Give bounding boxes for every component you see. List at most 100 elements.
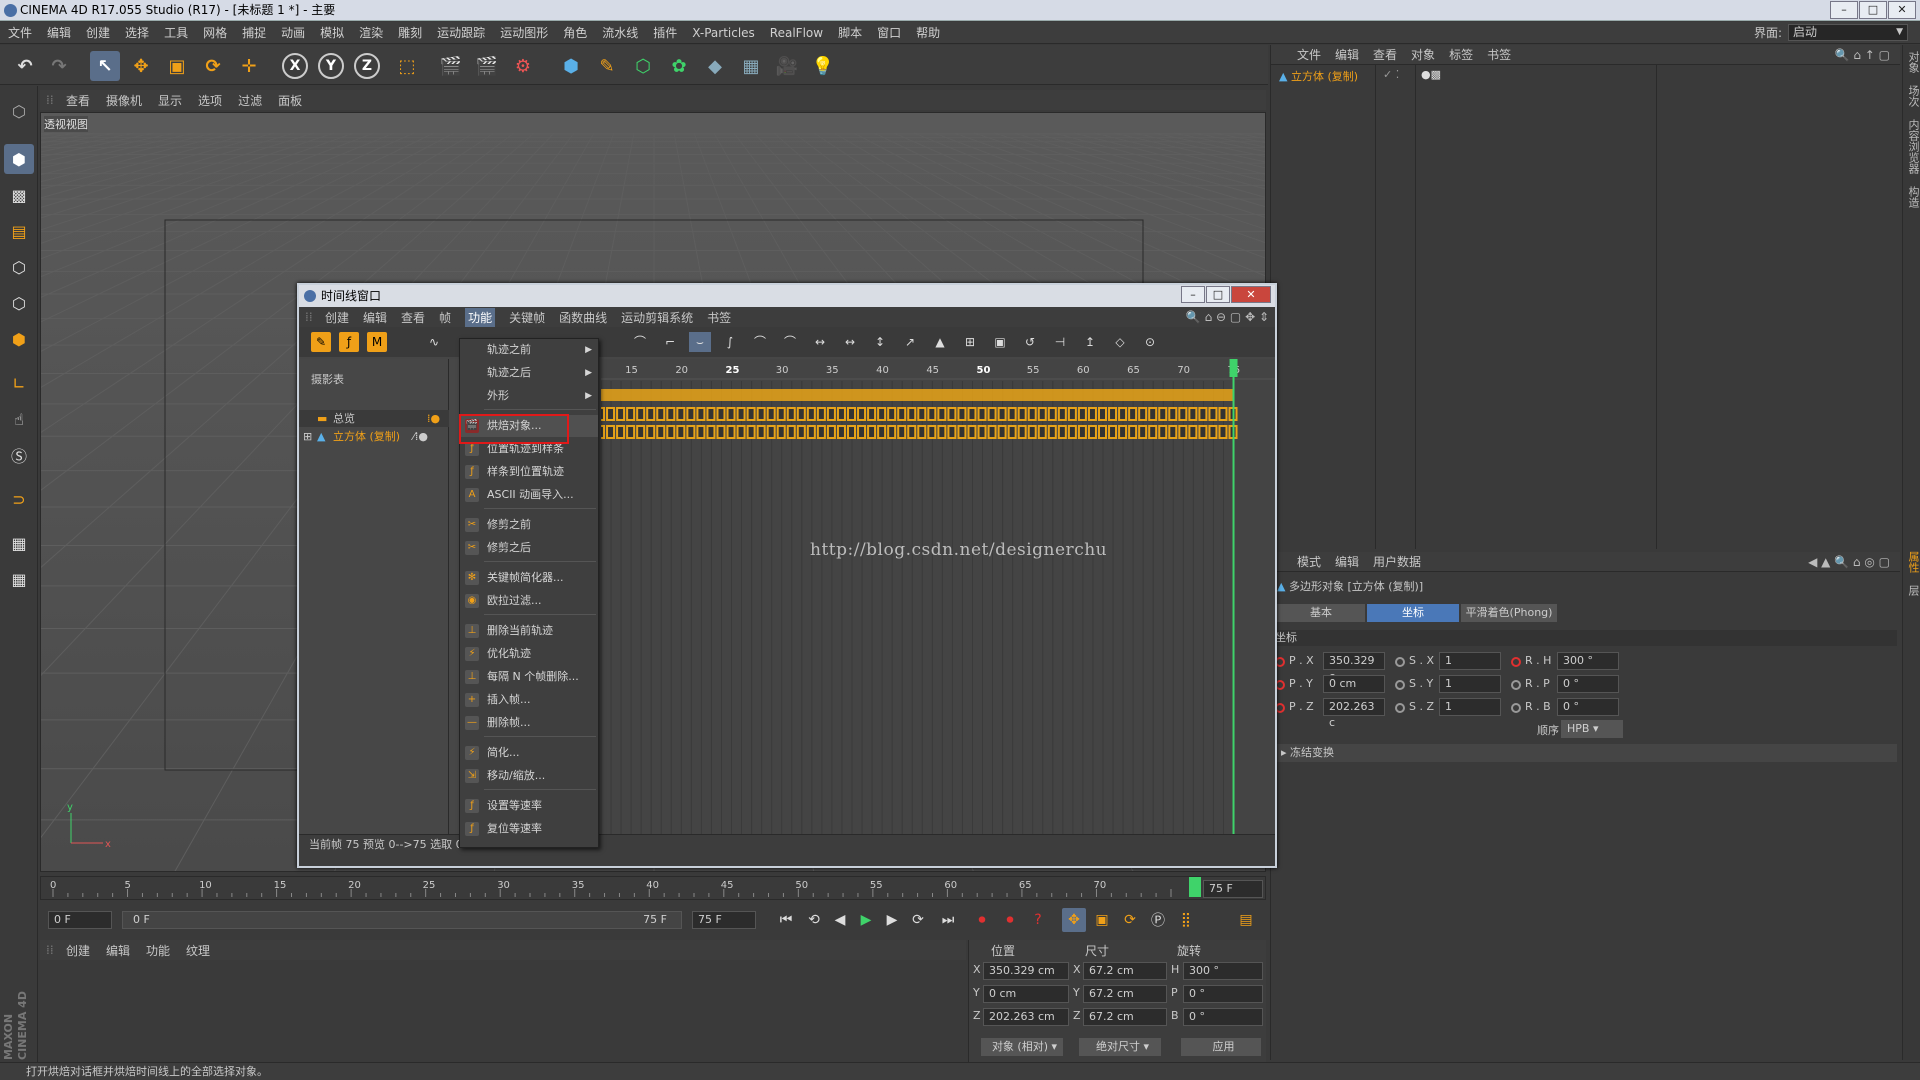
timeline-menu-0[interactable]: 创建 <box>325 309 349 326</box>
timeline-menu-1[interactable]: 编辑 <box>363 309 387 326</box>
keyframe-marker[interactable] <box>1077 407 1087 421</box>
keyframe-marker[interactable] <box>1198 425 1208 439</box>
keyframe-marker[interactable] <box>696 407 706 421</box>
keyframe-marker[interactable] <box>836 425 846 439</box>
texture-mode-icon[interactable]: ▩ <box>4 180 34 210</box>
tweak-mode-icon[interactable]: ☝ <box>4 404 34 434</box>
attribute-tab-2[interactable]: 平滑着色(Phong) <box>1461 604 1557 622</box>
context-menu-item-15[interactable]: — 删除帧... <box>460 712 598 734</box>
keyframe-marker[interactable] <box>1037 407 1047 421</box>
curve-tool-icon[interactable]: ∿ <box>419 332 449 352</box>
timeline-tool-icon[interactable]: ↕ <box>869 332 891 352</box>
keyframe-marker[interactable] <box>887 407 897 421</box>
viewport-menu-3[interactable]: 选项 <box>198 92 222 109</box>
attribute-menu-2[interactable]: 用户数据 <box>1373 553 1421 570</box>
keyframe-dot-icon[interactable] <box>1511 703 1521 713</box>
menu-item-13[interactable]: 角色 <box>563 24 587 41</box>
keyframe-marker[interactable] <box>1148 425 1158 439</box>
keyframe-marker[interactable] <box>1067 407 1077 421</box>
keyframe-marker[interactable] <box>1098 407 1107 421</box>
keyframe-marker[interactable] <box>776 407 786 421</box>
keyframe-marker[interactable] <box>867 407 877 421</box>
keyframe-marker[interactable] <box>1087 407 1097 421</box>
keyframe-marker[interactable] <box>907 407 917 421</box>
viewport-menu-4[interactable]: 过滤 <box>238 92 262 109</box>
keyframe-marker[interactable] <box>877 407 887 421</box>
timeline-tool-icon[interactable]: ⊞ <box>959 332 981 352</box>
main-timeline[interactable]: 0 5 10 15 20 25 30 35 40 45 50 55 60 65 70 75 F <box>40 876 1266 900</box>
maximize-icon[interactable]: □ <box>1206 286 1230 303</box>
context-menu-item-17[interactable]: ⇲ 移动/缩放... <box>460 765 598 787</box>
context-menu-item-19[interactable]: ƒ 复位等速率 <box>460 818 598 840</box>
render-view-icon[interactable]: 🎬 <box>436 51 466 81</box>
menu-item-8[interactable]: 模拟 <box>320 24 344 41</box>
context-menu-item-13[interactable]: ⊥ 每隔 N 个帧删除... <box>460 666 598 688</box>
param-field-s[interactable]: 1 <box>1439 698 1501 716</box>
timeline-tool-icon[interactable]: ◇ <box>1109 332 1131 352</box>
timeline-tool-icon[interactable]: ⌐ <box>659 332 681 352</box>
attribute-tab-0[interactable]: 基本 <box>1277 604 1365 622</box>
render-picture-viewer-icon[interactable]: 🎬 <box>472 51 502 81</box>
keyframe-marker[interactable] <box>656 407 666 421</box>
keyframe-marker[interactable] <box>847 425 856 439</box>
next-frame-icon[interactable]: ▶ <box>880 908 904 932</box>
menu-item-10[interactable]: 雕刻 <box>398 24 422 41</box>
timeline-tool-icon[interactable]: ↥ <box>1079 332 1101 352</box>
keyframe-marker[interactable] <box>1118 425 1128 439</box>
x-axis-icon[interactable]: X <box>282 53 308 79</box>
keyframe-marker[interactable] <box>816 425 826 439</box>
coord-size-field[interactable]: 67.2 cm <box>1083 985 1167 1003</box>
record-parameter-icon[interactable]: Ⓟ <box>1146 908 1170 932</box>
workplane-lock-icon[interactable]: ▦ <box>4 528 34 558</box>
side-tab-0[interactable]: 对象 <box>1903 45 1920 79</box>
keyframe-marker[interactable] <box>857 407 867 421</box>
y-axis-icon[interactable]: Y <box>318 53 344 79</box>
keyframe-marker[interactable] <box>1178 407 1188 421</box>
timeline-menu-7[interactable]: 运动剪辑系统 <box>621 309 693 326</box>
timeline-tool-icon[interactable]: ⊙ <box>1139 332 1161 352</box>
keyframe-marker[interactable] <box>907 425 917 439</box>
coord-rotation-field[interactable]: 0 ° <box>1183 1008 1263 1026</box>
record-pla-icon[interactable]: ⣿ <box>1174 908 1198 932</box>
context-menu-item-9[interactable]: ✻ 关键帧简化器... <box>460 567 598 589</box>
keyframe-marker[interactable] <box>1057 425 1067 439</box>
key-mode-icon[interactable]: ✎ <box>311 332 331 352</box>
param-field-r[interactable]: 0 ° <box>1557 675 1619 693</box>
next-key-icon[interactable]: ⟳ <box>906 908 930 932</box>
goto-end-icon[interactable]: ⏭ <box>936 908 960 932</box>
apply-button[interactable]: 应用 <box>1181 1038 1261 1056</box>
keyframe-marker[interactable] <box>706 407 716 421</box>
menu-item-6[interactable]: 捕捉 <box>242 24 266 41</box>
timeline-menu-8[interactable]: 书签 <box>707 309 731 326</box>
attribute-menu-1[interactable]: 编辑 <box>1335 553 1359 570</box>
material-menu-2[interactable]: 功能 <box>146 942 170 959</box>
keyframe-marker[interactable] <box>857 425 867 439</box>
keyframe-marker[interactable] <box>937 407 947 421</box>
visibility-toggle-icon[interactable]: ✓ ⁚ <box>1383 68 1399 81</box>
context-menu-item-6[interactable]: A ASCII 动画导入... <box>460 484 598 506</box>
material-menu-0[interactable]: 创建 <box>66 942 90 959</box>
freeze-transform-section[interactable]: ▸ 冻结变换 <box>1271 744 1897 762</box>
keyframe-marker[interactable] <box>877 425 887 439</box>
timeline-menu-5[interactable]: 关键帧 <box>509 309 545 326</box>
keyframe-marker[interactable] <box>947 425 957 439</box>
keyframe-marker[interactable] <box>756 425 766 439</box>
viewport-menu-5[interactable]: 面板 <box>278 92 302 109</box>
keyframe-marker[interactable] <box>796 425 806 439</box>
keyframe-marker[interactable] <box>1168 425 1178 439</box>
coordinate-system-icon[interactable]: ⬚ <box>392 51 422 81</box>
keyframe-marker[interactable] <box>1218 407 1228 421</box>
size-mode-dropdown[interactable]: 绝对尺寸 ▾ <box>1079 1038 1161 1056</box>
timeline-tool-icon[interactable]: ⌒ <box>749 332 771 352</box>
keyframe-marker[interactable] <box>696 425 706 439</box>
magnet-icon[interactable]: ⊃ <box>4 484 34 514</box>
keyframe-marker[interactable] <box>666 425 676 439</box>
side-tab-2[interactable]: 内容浏览器 <box>1903 113 1920 180</box>
keyframe-marker[interactable] <box>746 407 756 421</box>
expand-icon[interactable]: ⊞ <box>303 428 312 445</box>
keyframe-marker[interactable] <box>706 425 716 439</box>
keyframe-marker[interactable] <box>897 425 907 439</box>
keyframe-marker[interactable] <box>1057 407 1067 421</box>
keyframe-marker[interactable] <box>686 425 696 439</box>
timeline-tool-icon[interactable]: ∫ <box>719 332 741 352</box>
